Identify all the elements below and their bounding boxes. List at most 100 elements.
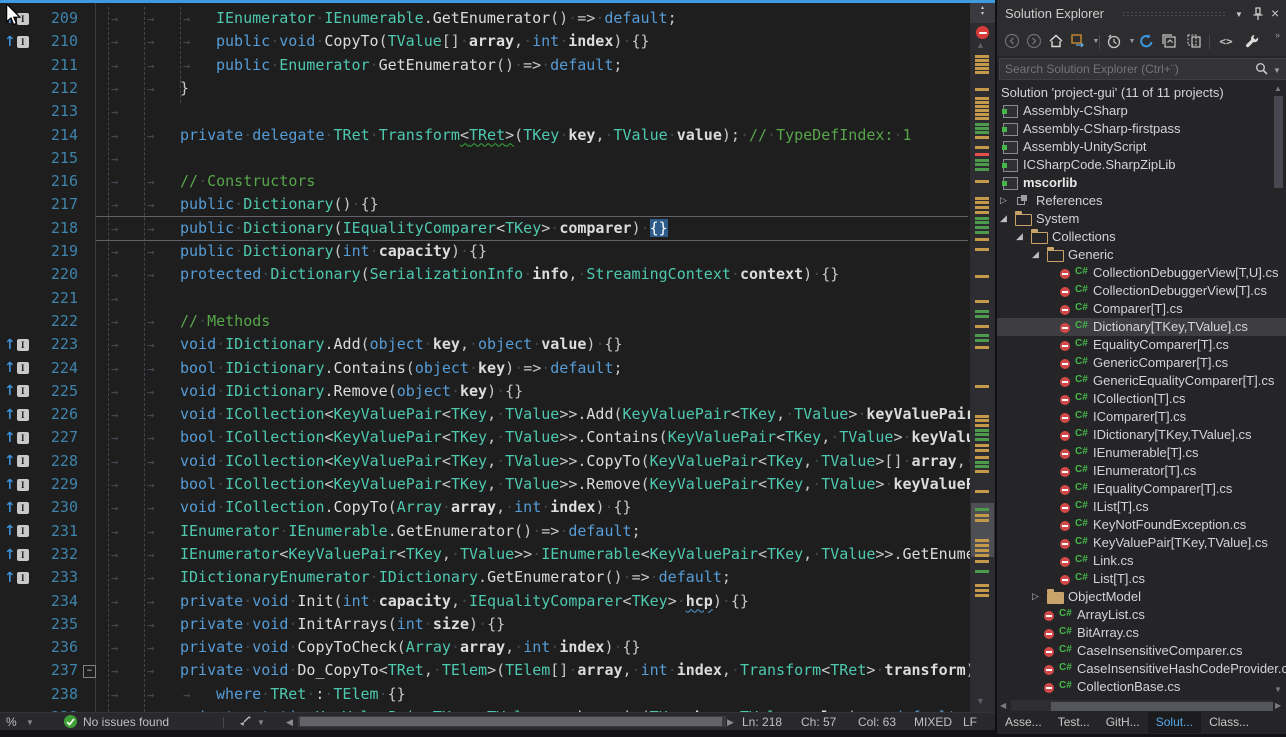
tree-item[interactable]: C#GenericComparer[T].cs	[997, 354, 1286, 372]
implements-interface-icon[interactable]: ↑I	[4, 426, 34, 449]
implements-interface-icon[interactable]: ↑I	[4, 566, 34, 589]
code-line[interactable]: →→//·Constructors	[108, 170, 970, 193]
encoding-indicator[interactable]: MIXED	[914, 715, 952, 729]
code-line[interactable]: →→→public·Enumerator·GetEnumerator()·=>·…	[108, 54, 970, 77]
implements-interface-icon[interactable]: ↑I	[4, 450, 34, 473]
tree-hscroll-track[interactable]	[1011, 700, 1271, 711]
tree-item[interactable]: C#IEnumerable[T].cs	[997, 444, 1286, 462]
line-ending-indicator[interactable]: LF	[963, 715, 977, 729]
code-line[interactable]: →→→IEnumerator·IEnumerable.GetEnumerator…	[108, 7, 970, 30]
code-line[interactable]: →→void·ICollection<KeyValuePair<TKey,·TV…	[108, 450, 970, 473]
code-line[interactable]: →→public·Dictionary(int·capacity)·{}	[108, 240, 970, 263]
zoom-control[interactable]: %	[6, 715, 17, 729]
tree-item[interactable]: ◢Generic	[997, 246, 1286, 264]
code-line[interactable]: →→private·void·InitArrays(int·size)·{}	[108, 613, 970, 636]
tree-item[interactable]: C#CaseInsensitiveHashCodeProvider.cs	[997, 660, 1286, 678]
tree-item[interactable]: C#BitArray.cs	[997, 624, 1286, 642]
tool-window-tab[interactable]: Solut...	[1148, 712, 1201, 733]
tree-item[interactable]: C#CollectionDebuggerView[T].cs	[997, 282, 1286, 300]
code-editor[interactable]: 209↑I210↑I211212213214215216217218219220…	[0, 0, 995, 712]
code-line[interactable]: →	[108, 287, 970, 310]
tree-item[interactable]: ▷References	[997, 192, 1286, 210]
code-line[interactable]: →→void·IDictionary.Add(object·key,·objec…	[108, 333, 970, 356]
tree-item[interactable]: C#EqualityComparer[T].cs	[997, 336, 1286, 354]
code-line[interactable]: →→public·Dictionary()·{}	[108, 193, 970, 216]
implements-interface-icon[interactable]: ↑I	[4, 473, 34, 496]
tree-item[interactable]: C#CaseInsensitiveComparer.cs	[997, 642, 1286, 660]
tree-item[interactable]: ▷ObjectModel	[997, 588, 1286, 606]
code-line[interactable]: →→private·void·CopyToCheck(Array·array,·…	[108, 636, 970, 659]
tree-item[interactable]: mscorlib	[997, 174, 1286, 192]
code-line[interactable]: →→void·ICollection.CopyTo(Array·array,·i…	[108, 496, 970, 519]
code-cleanup-broom-icon[interactable]	[238, 716, 251, 729]
code-line[interactable]: →	[108, 100, 970, 123]
zoom-caret-icon[interactable]: ▼	[26, 718, 34, 727]
expand-arrow-icon[interactable]: ▷	[1032, 591, 1039, 602]
tree-vscrollbar-thumb[interactable]	[1274, 96, 1283, 188]
tree-item[interactable]: ◢System	[997, 210, 1286, 228]
tree-item[interactable]: C#CollectionBase.cs	[997, 678, 1286, 696]
cleanup-caret-icon[interactable]: ▼	[257, 718, 265, 727]
hscroll-right-arrow[interactable]: ▶	[727, 717, 734, 728]
scroll-up-arrow[interactable]: ▲	[976, 40, 985, 50]
code-line[interactable]: →→private·void·Do_CopyTo<TRet,·TElem>(TE…	[108, 659, 970, 682]
code-line[interactable]: →→public·Dictionary(IEqualityComparer<TK…	[108, 217, 970, 240]
implements-interface-icon[interactable]: ↑I	[4, 380, 34, 403]
code-line[interactable]: →	[108, 147, 970, 170]
tree-item[interactable]: C#ArrayList.cs	[997, 606, 1286, 624]
tree-horizontal-scrollbar[interactable]: ◀ ▶	[997, 699, 1286, 712]
code-line[interactable]: →→bool·IDictionary.Contains(object·key)·…	[108, 357, 970, 380]
fold-collapse-icon[interactable]: −	[83, 665, 96, 678]
code-line[interactable]: →→private·void·Init(int·capacity,·IEqual…	[108, 590, 970, 613]
expand-arrow-icon[interactable]: ◢	[1000, 213, 1007, 224]
implements-interface-icon[interactable]: ↑I	[4, 30, 34, 53]
tree-hscroll-left-icon[interactable]: ◀	[1000, 701, 1006, 710]
code-line[interactable]: →→private·delegate·TRet·Transform<TRet>(…	[108, 124, 970, 147]
hscroll-left-arrow[interactable]: ◀	[286, 717, 293, 728]
tree-item[interactable]: C#Dictionary[TKey,TValue].cs	[997, 318, 1286, 336]
tree-item[interactable]: C#CollectionDebuggerView[T,U].cs	[997, 264, 1286, 282]
tree-item[interactable]: Solution 'project-gui' (11 of 11 project…	[997, 84, 1286, 102]
code-line[interactable]: →→IEnumerator·IEnumerable.GetEnumerator(…	[108, 520, 970, 543]
code-line[interactable]: →→bool·ICollection<KeyValuePair<TKey,·TV…	[108, 426, 970, 449]
expand-arrow-icon[interactable]: ▷	[1000, 195, 1007, 206]
tree-item[interactable]: C#KeyValuePair[TKey,TValue].cs	[997, 534, 1286, 552]
tree-hscroll-right-icon[interactable]: ▶	[1275, 701, 1281, 710]
tool-window-tab[interactable]: GitH...	[1098, 712, 1148, 733]
tree-item[interactable]: C#IDictionary[TKey,TValue].cs	[997, 426, 1286, 444]
code-line[interactable]: →→IDictionaryEnumerator·IDictionary.GetE…	[108, 566, 970, 589]
tree-item[interactable]: ◢Collections	[997, 228, 1286, 246]
code-line[interactable]: →→IEnumerator<KeyValuePair<TKey,·TValue>…	[108, 543, 970, 566]
tree-item[interactable]: C#IComparer[T].cs	[997, 408, 1286, 426]
scroll-down-arrow[interactable]: ▼	[976, 696, 985, 706]
tree-item[interactable]: Assembly-CSharp	[997, 102, 1286, 120]
expand-arrow-icon[interactable]: ◢	[1032, 249, 1039, 260]
tool-window-tab[interactable]: Test...	[1050, 712, 1098, 733]
code-line[interactable]: →→void·IDictionary.Remove(object·key)·{}	[108, 380, 970, 403]
tree-item[interactable]: ICSharpCode.SharpZipLib	[997, 156, 1286, 174]
tree-scroll-down-icon[interactable]: ▼	[1274, 685, 1282, 694]
tree-item[interactable]: C#IEqualityComparer[T].cs	[997, 480, 1286, 498]
code-line[interactable]: →→bool·ICollection<KeyValuePair<TKey,·TV…	[108, 473, 970, 496]
hscrollbar-thumb[interactable]	[300, 717, 722, 726]
expand-arrow-icon[interactable]: ◢	[1016, 231, 1023, 242]
code-line[interactable]: →→protected·Dictionary(SerializationInfo…	[108, 263, 970, 286]
tree-item[interactable]: C#IEnumerator[T].cs	[997, 462, 1286, 480]
tree-item[interactable]: Assembly-UnityScript	[997, 138, 1286, 156]
code-line[interactable]: →→//·Methods	[108, 310, 970, 333]
tree-item[interactable]: Assembly-CSharp-firstpass	[997, 120, 1286, 138]
tree-item[interactable]: C#IList[T].cs	[997, 498, 1286, 516]
implements-interface-icon[interactable]: ↑I	[4, 403, 34, 426]
tree-item[interactable]: C#Link.cs	[997, 552, 1286, 570]
tree-item[interactable]: C#Comparer[T].cs	[997, 300, 1286, 318]
tool-window-tab[interactable]: Class...	[1201, 712, 1257, 733]
tree-item[interactable]: C#GenericEqualityComparer[T].cs	[997, 372, 1286, 390]
code-line[interactable]: →→}	[108, 77, 970, 100]
tool-window-tab[interactable]: Asse...	[997, 712, 1050, 733]
tree-item[interactable]: C#List[T].cs	[997, 570, 1286, 588]
code-line[interactable]: →→void·ICollection<KeyValuePair<TKey,·TV…	[108, 403, 970, 426]
tree-item[interactable]: C#KeyNotFoundException.cs	[997, 516, 1286, 534]
code-line[interactable]: →→→public·void·CopyTo(TValue[]·array,·in…	[108, 30, 970, 53]
tree-item[interactable]: C#ICollection[T].cs	[997, 390, 1286, 408]
implements-interface-icon[interactable]: ↑I	[4, 520, 34, 543]
